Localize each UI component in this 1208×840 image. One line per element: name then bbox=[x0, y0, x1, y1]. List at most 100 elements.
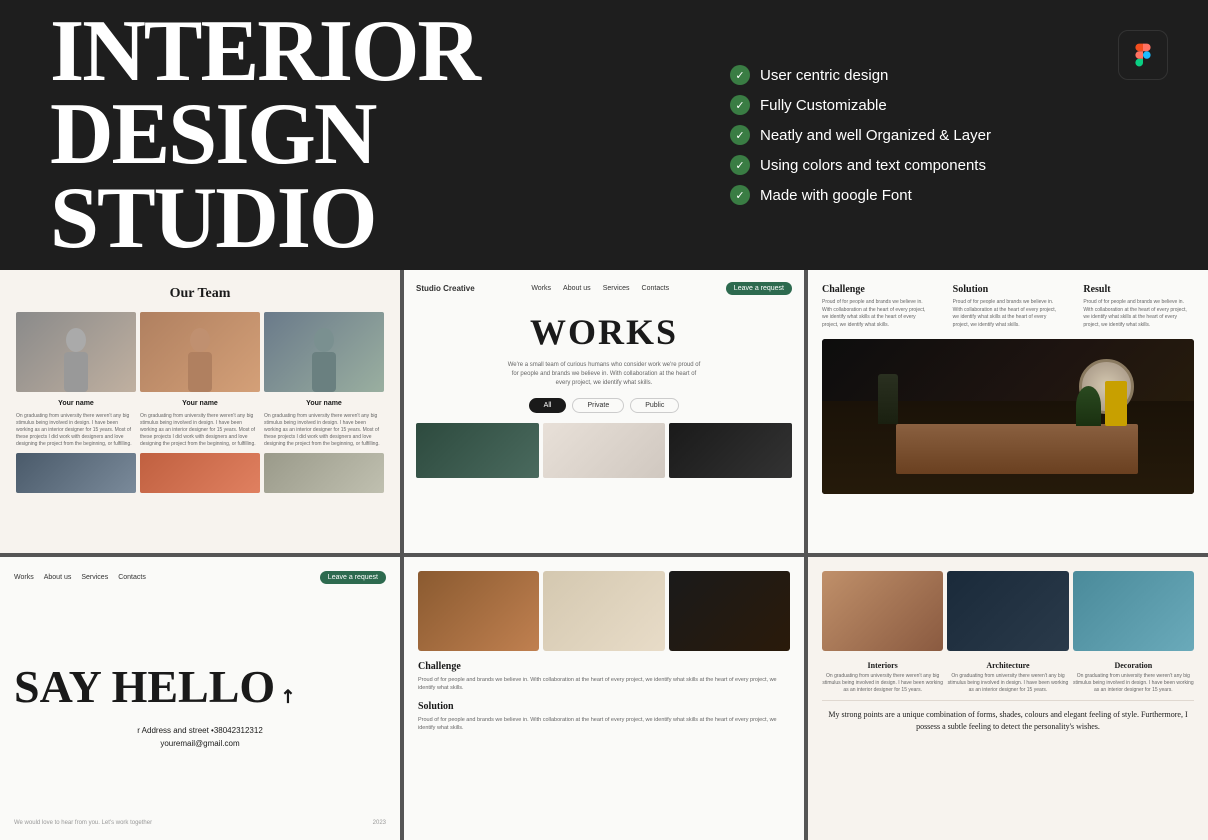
team-name-3: Your name bbox=[264, 400, 384, 407]
csr-solution-title: Solution bbox=[953, 284, 1064, 295]
works-subtitle: We're a small team of curious humans who… bbox=[504, 361, 704, 388]
hello-nav-link-2[interactable]: About us bbox=[44, 574, 72, 581]
works-nav-link-1[interactable]: Works bbox=[531, 285, 551, 292]
card-team: Our Team bbox=[0, 270, 400, 553]
works-nav-links: Works About us Services Contacts bbox=[531, 285, 669, 292]
work-photo-1 bbox=[416, 423, 539, 478]
arrow-icon: ↗ bbox=[276, 684, 299, 707]
hero-features-list: ✓ User centric design ✓ Fully Customizab… bbox=[670, 65, 1158, 205]
showcase-columns: Interiors On graduating from university … bbox=[822, 661, 1194, 694]
team-bio-1: On graduating from university there were… bbox=[16, 413, 384, 448]
team-photo-sm-1 bbox=[16, 453, 136, 493]
team-names: Your name Your name Your name bbox=[16, 400, 384, 407]
hero-title-block: INTERIOR DESIGN STUDIO bbox=[50, 10, 670, 261]
works-nav-link-3[interactable]: Services bbox=[603, 285, 630, 292]
showcase-col-1: Interiors On graduating from university … bbox=[822, 661, 943, 694]
works-nav: Studio Creative Works About us Services … bbox=[416, 282, 792, 295]
hello-footer: We would love to hear from you. Let's wo… bbox=[14, 820, 386, 826]
team-photos-row bbox=[16, 312, 384, 392]
works-nav-link-4[interactable]: Contacts bbox=[642, 285, 670, 292]
team-photo-sm-3 bbox=[264, 453, 384, 493]
work-photo-3 bbox=[669, 423, 792, 478]
showcase-label-3: Decoration bbox=[1073, 661, 1194, 670]
hello-email: youremail@gmail.com bbox=[14, 739, 386, 748]
person-1 bbox=[16, 312, 136, 392]
works-nav-button[interactable]: Leave a request bbox=[726, 282, 792, 295]
works-filter: All Private Public bbox=[416, 398, 792, 413]
person-3 bbox=[264, 312, 384, 392]
hello-nav-link-4[interactable]: Contacts bbox=[118, 574, 146, 581]
csr-solution-text: Proud of for people and brands we believ… bbox=[953, 299, 1064, 329]
team-title: Our Team bbox=[16, 286, 384, 302]
showcase-label-1: Interiors bbox=[822, 661, 943, 670]
interior-photo-3 bbox=[669, 571, 790, 651]
card-works: Studio Creative Works About us Services … bbox=[404, 270, 804, 553]
check-icon-4: ✓ bbox=[730, 155, 750, 175]
team-photo-sm-2 bbox=[140, 453, 260, 493]
hello-nav-button[interactable]: Leave a request bbox=[320, 571, 386, 584]
work-photo-2 bbox=[543, 423, 666, 478]
feature-5: ✓ Made with google Font bbox=[730, 185, 1158, 205]
room-plant bbox=[1076, 386, 1101, 426]
showcase-photos bbox=[822, 571, 1194, 651]
hero-heading: INTERIOR DESIGN STUDIO bbox=[50, 10, 670, 261]
card-hello: Works About us Services Contacts Leave a… bbox=[0, 557, 400, 840]
csr-challenge: Challenge Proud of for people and brands… bbox=[822, 284, 933, 329]
works-nav-link-2[interactable]: About us bbox=[563, 285, 591, 292]
room-dresser bbox=[896, 424, 1138, 474]
filter-public[interactable]: Public bbox=[630, 398, 679, 413]
works-hero-title: WORKS bbox=[416, 311, 792, 353]
csr-main-image bbox=[822, 339, 1194, 494]
solution-section: Solution Proud of for people and brands … bbox=[418, 701, 790, 733]
showcase-photo-2 bbox=[947, 571, 1068, 651]
figma-logo bbox=[1118, 30, 1168, 80]
filter-private[interactable]: Private bbox=[572, 398, 624, 413]
hello-year: 2023 bbox=[373, 820, 386, 826]
solution-title: Solution bbox=[418, 701, 790, 712]
feature-1: ✓ User centric design bbox=[730, 65, 1158, 85]
team-photo-1 bbox=[16, 312, 136, 392]
preview-grid: Our Team bbox=[0, 270, 1208, 840]
check-icon-1: ✓ bbox=[730, 65, 750, 85]
solution-text: Proud of for people and brands we believ… bbox=[418, 716, 790, 733]
room-scene bbox=[822, 339, 1194, 494]
say-hello-text: SAY HELLO↗ bbox=[14, 664, 386, 710]
hello-nav-link-1[interactable]: Works bbox=[14, 574, 34, 581]
showcase-main-quote: My strong points are a unique combinatio… bbox=[822, 700, 1194, 741]
showcase-label-2: Architecture bbox=[947, 661, 1068, 670]
csr-result-title: Result bbox=[1083, 284, 1194, 295]
team-photos-row-2 bbox=[16, 453, 384, 493]
filter-all[interactable]: All bbox=[529, 398, 567, 413]
showcase-photo-1 bbox=[822, 571, 943, 651]
interior-photos-top bbox=[418, 571, 790, 651]
hero-section: INTERIOR DESIGN STUDIO ✓ User centric de… bbox=[0, 0, 1208, 270]
hello-main: SAY HELLO↗ r Address and street •3804231… bbox=[14, 604, 386, 808]
csr-header: Challenge Proud of for people and brands… bbox=[822, 284, 1194, 329]
check-icon-5: ✓ bbox=[730, 185, 750, 205]
check-icon-3: ✓ bbox=[730, 125, 750, 145]
feature-2: ✓ Fully Customizable bbox=[730, 95, 1158, 115]
csr-result-text: Proud of for people and brands we believ… bbox=[1083, 299, 1194, 329]
interior-photo-1 bbox=[418, 571, 539, 651]
showcase-col-2: Architecture On graduating from universi… bbox=[947, 661, 1068, 694]
hello-nav: Works About us Services Contacts Leave a… bbox=[14, 571, 386, 584]
card-showcase: Interiors On graduating from university … bbox=[808, 557, 1208, 840]
card-interior: Challenge Proud of for people and brands… bbox=[404, 557, 804, 840]
interior-photo-2 bbox=[543, 571, 664, 651]
csr-challenge-title: Challenge bbox=[822, 284, 933, 295]
hello-nav-link-3[interactable]: Services bbox=[81, 574, 108, 581]
hello-address: r Address and street •38042312312 bbox=[14, 726, 386, 735]
room-coat bbox=[1105, 381, 1127, 426]
team-name-2: Your name bbox=[140, 400, 260, 407]
hello-nav-links: Works About us Services Contacts bbox=[14, 574, 146, 581]
team-photo-3 bbox=[264, 312, 384, 392]
challenge-section: Challenge Proud of for people and brands… bbox=[418, 661, 790, 693]
challenge-title: Challenge bbox=[418, 661, 790, 672]
showcase-photo-3 bbox=[1073, 571, 1194, 651]
works-nav-logo: Studio Creative bbox=[416, 284, 475, 293]
person-2 bbox=[140, 312, 260, 392]
showcase-col-3: Decoration On graduating from university… bbox=[1073, 661, 1194, 694]
team-name-1: Your name bbox=[16, 400, 136, 407]
csr-challenge-text: Proud of for people and brands we believ… bbox=[822, 299, 933, 329]
csr-result: Result Proud of for people and brands we… bbox=[1083, 284, 1194, 329]
